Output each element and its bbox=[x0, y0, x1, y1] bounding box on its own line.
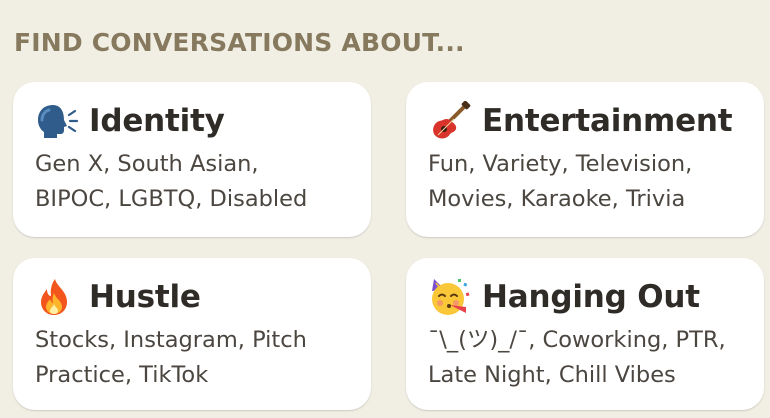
card-title-row: Hanging Out bbox=[428, 277, 700, 317]
description-line: Movies, Karaoke, Trivia bbox=[428, 186, 686, 212]
card-description: Fun, Variety, Television, Movies, Karaok… bbox=[428, 147, 692, 217]
card-description: Gen X, South Asian, BIPOC, LGBTQ, Disabl… bbox=[35, 147, 307, 217]
description-line: BIPOC, LGBTQ, Disabled bbox=[35, 186, 308, 212]
card-title-row: Hustle bbox=[35, 277, 201, 317]
card-title: Identity bbox=[89, 103, 225, 139]
description-line: Stocks, Instagram, Pitch bbox=[35, 327, 307, 353]
speaking-head-icon bbox=[35, 101, 79, 141]
card-title: Entertainment bbox=[482, 103, 733, 139]
topic-card-identity[interactable]: Identity Gen X, South Asian, BIPOC, LGBT… bbox=[13, 82, 371, 237]
card-title-row: Entertainment bbox=[428, 100, 733, 141]
fire-icon bbox=[35, 277, 79, 317]
description-line: Practice, TikTok bbox=[35, 362, 209, 388]
section-heading: FIND CONVERSATIONS ABOUT... bbox=[14, 28, 465, 57]
topic-card-hanging-out[interactable]: Hanging Out ¯\_(ツ)_/¯, Coworking, PTR, L… bbox=[406, 258, 764, 410]
partying-face-icon bbox=[428, 277, 472, 317]
card-description: Stocks, Instagram, Pitch Practice, TikTo… bbox=[35, 323, 307, 393]
topic-card-entertainment[interactable]: Entertainment Fun, Variety, Television, … bbox=[406, 82, 764, 237]
topic-card-hustle[interactable]: Hustle Stocks, Instagram, Pitch Practice… bbox=[13, 258, 371, 410]
description-line: Gen X, South Asian, bbox=[35, 151, 259, 177]
card-title: Hanging Out bbox=[482, 279, 700, 315]
guitar-icon bbox=[428, 100, 472, 141]
card-title-row: Identity bbox=[35, 101, 225, 141]
card-description: ¯\_(ツ)_/¯, Coworking, PTR, Late Night, C… bbox=[428, 323, 726, 393]
description-line: Late Night, Chill Vibes bbox=[428, 362, 676, 388]
card-title: Hustle bbox=[89, 279, 201, 315]
description-line: ¯\_(ツ)_/¯, Coworking, PTR, bbox=[428, 327, 726, 353]
description-line: Fun, Variety, Television, bbox=[428, 151, 693, 177]
